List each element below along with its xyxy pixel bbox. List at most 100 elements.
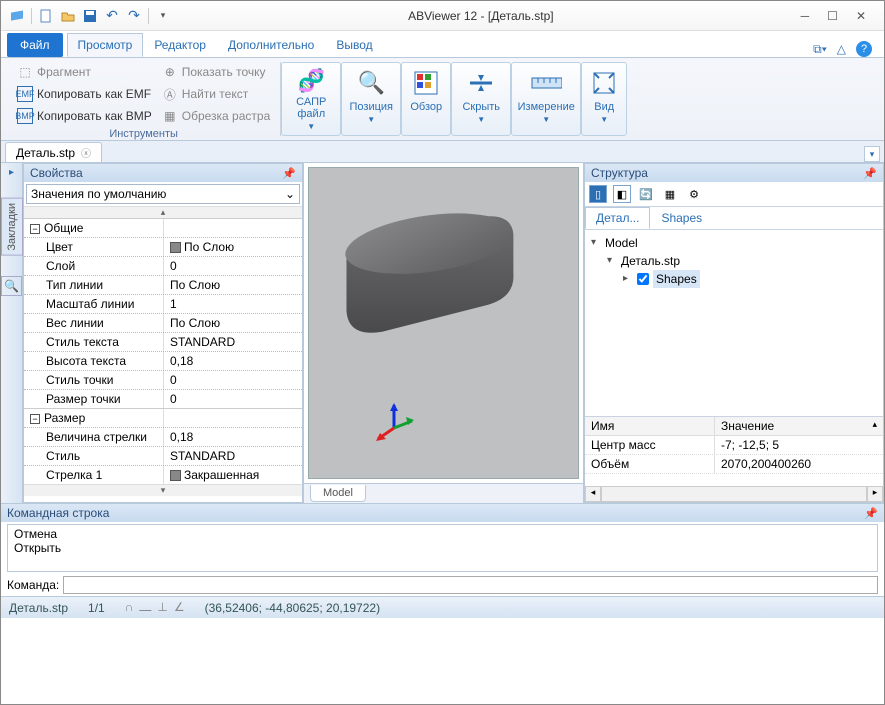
property-row[interactable]: Величина стрелки0,18: [24, 427, 302, 446]
close-tab-icon[interactable]: ⓧ: [81, 145, 91, 160]
copy-bmp-tool[interactable]: BMPКопировать как BMP: [13, 106, 156, 126]
property-row[interactable]: Высота текста0,18: [24, 351, 302, 370]
help-icon[interactable]: ?: [856, 41, 872, 57]
property-row[interactable]: ЦветПо Слою: [24, 237, 302, 256]
properties-grid[interactable]: ▴ −Общие ЦветПо СлоюСлой0Тип линииПо Сло…: [24, 206, 302, 502]
document-tab-label: Деталь.stp: [16, 146, 75, 160]
shapes-checkbox[interactable]: [637, 273, 649, 285]
angle-icon[interactable]: ∠: [174, 600, 185, 615]
undo-icon[interactable]: ↶: [104, 8, 120, 24]
structure-tree[interactable]: ▾Model ▾Деталь.stp ▸ Shapes: [585, 230, 883, 416]
tree-node-shapes[interactable]: Shapes: [653, 270, 700, 288]
close-button[interactable]: ✕: [856, 9, 866, 23]
pin-icon[interactable]: 📌: [863, 167, 877, 180]
pin-icon[interactable]: 📌: [864, 507, 878, 520]
origin-axes-icon: [374, 403, 414, 443]
overview-button[interactable]: Обзор: [401, 62, 451, 136]
ribbon: ⬚Фрагмент EMFКопировать как EMF BMPКопир…: [1, 57, 884, 141]
command-panel: Командная строка📌 ОтменаОткрыть Команда:: [1, 503, 884, 596]
ruler-icon: [530, 67, 562, 99]
gear-icon[interactable]: ⚙: [685, 185, 703, 203]
property-row[interactable]: Стиль текстаSTANDARD: [24, 332, 302, 351]
dna-icon: 🧬: [295, 67, 327, 94]
command-input[interactable]: [63, 576, 878, 594]
viewport-tab-model[interactable]: Model: [310, 485, 366, 502]
structure-tab-detail[interactable]: Детал...: [585, 207, 650, 229]
snap-icon[interactable]: ∩: [125, 600, 134, 615]
ribbon-options-icon[interactable]: ⧉▾: [813, 42, 827, 57]
app-icon: [9, 8, 25, 24]
chevron-down-icon: ⌄: [285, 187, 295, 201]
tab-extra[interactable]: Дополнительно: [217, 33, 325, 57]
tree-node-model[interactable]: Model: [605, 234, 638, 252]
property-row[interactable]: Масштаб линии1: [24, 294, 302, 313]
perp-icon[interactable]: ⊥: [157, 600, 167, 615]
tabs-overflow-button[interactable]: ▾: [864, 146, 880, 162]
expand-icon: [588, 67, 620, 99]
document-tab[interactable]: Деталь.stp ⓧ: [5, 142, 102, 162]
h-scrollbar[interactable]: ◂▸: [585, 486, 883, 502]
property-row[interactable]: Тип линииПо Слою: [24, 275, 302, 294]
save-icon[interactable]: [82, 8, 98, 24]
copy-emf-tool[interactable]: EMFКопировать как EMF: [13, 84, 156, 104]
layout-icon-2[interactable]: ◧: [613, 185, 631, 203]
col-name: Имя: [585, 417, 715, 435]
structure-toolbar: ▯ ◧ 🔄 ▦ ⚙: [585, 182, 883, 207]
magnifier-icon: 🔍: [355, 67, 387, 99]
bookmarks-tab[interactable]: Закладки: [1, 198, 23, 256]
status-bar: Деталь.stp 1/1 ∩ ⎼ ⊥ ∠ (36,52406; -44,80…: [1, 596, 884, 618]
tree-icon[interactable]: ▦: [661, 185, 679, 203]
view-button[interactable]: Вид▼: [581, 62, 627, 136]
new-icon[interactable]: [38, 8, 54, 24]
pin-icon[interactable]: 📌: [282, 167, 296, 180]
open-icon[interactable]: [60, 8, 76, 24]
status-file: Деталь.stp: [9, 601, 68, 615]
crop-raster-tool: ▦Обрезка растра: [158, 106, 275, 126]
title-bar: ↶ ↷ ▾ ABViewer 12 - [Деталь.stp] ─ ☐ ✕: [1, 1, 884, 31]
scroll-down-button[interactable]: ▾: [24, 484, 302, 496]
structure-panel: Структура📌 ▯ ◧ 🔄 ▦ ⚙ Детал... Shapes ▾Mo…: [584, 163, 884, 503]
defaults-combo[interactable]: Значения по умолчанию⌄: [26, 184, 300, 204]
cad-file-button[interactable]: 🧬 САПР файл▼: [281, 62, 341, 136]
side-rail: ▸ Закладки 🔍: [1, 163, 23, 503]
property-row[interactable]: Размер точки0: [24, 389, 302, 408]
ortho-icon[interactable]: ⎼: [139, 600, 151, 615]
grid-icon: [410, 67, 442, 99]
property-row[interactable]: Слой0: [24, 256, 302, 275]
layout-icon-1[interactable]: ▯: [589, 185, 607, 203]
hide-icon: [465, 67, 497, 99]
tab-view[interactable]: Просмотр: [67, 33, 144, 57]
rail-expand-icon[interactable]: ▸: [9, 167, 14, 178]
detail-row: Объём2070,200400260: [585, 455, 883, 474]
command-log: ОтменаОткрыть: [7, 524, 878, 572]
tree-node-file[interactable]: Деталь.stp: [621, 252, 680, 270]
property-row[interactable]: Вес линииПо Слою: [24, 313, 302, 332]
qat-dropdown-icon[interactable]: ▾: [155, 8, 171, 24]
position-button[interactable]: 🔍 Позиция▼: [341, 62, 401, 136]
property-row[interactable]: Стиль точки0: [24, 370, 302, 389]
structure-tab-shapes[interactable]: Shapes: [650, 207, 713, 229]
structure-details: Имя Значение ▴ Центр масс-7; -12,5; 5Объ…: [585, 416, 883, 486]
minimize-button[interactable]: ─: [801, 9, 810, 23]
property-row[interactable]: Стрелка 1Закрашенная: [24, 465, 302, 484]
rail-search-icon[interactable]: 🔍: [1, 276, 22, 296]
tab-output[interactable]: Вывод: [325, 33, 383, 57]
ribbon-tabs: Файл Просмотр Редактор Дополнительно Выв…: [1, 31, 884, 57]
document-tabs: Деталь.stp ⓧ ▾: [1, 141, 884, 163]
show-point-tool: ⊕Показать точку: [158, 62, 275, 82]
property-row[interactable]: СтильSTANDARD: [24, 446, 302, 465]
refresh-icon[interactable]: 🔄: [637, 185, 655, 203]
col-value: Значение: [715, 417, 780, 435]
group-caption-tools: Инструменты: [13, 126, 274, 140]
hide-button[interactable]: Скрыть▼: [451, 62, 511, 136]
maximize-button[interactable]: ☐: [827, 9, 838, 23]
3d-viewport[interactable]: [308, 167, 579, 479]
tab-editor[interactable]: Редактор: [143, 33, 217, 57]
scroll-up-icon[interactable]: ▴: [866, 417, 883, 435]
redo-icon[interactable]: ↷: [126, 8, 142, 24]
tab-file[interactable]: Файл: [7, 33, 63, 57]
scroll-up-button[interactable]: ▴: [24, 206, 302, 218]
fragment-tool: ⬚Фрагмент: [13, 62, 156, 82]
collapse-ribbon-icon[interactable]: △: [837, 42, 846, 56]
measure-button[interactable]: Измерение▼: [511, 62, 581, 136]
